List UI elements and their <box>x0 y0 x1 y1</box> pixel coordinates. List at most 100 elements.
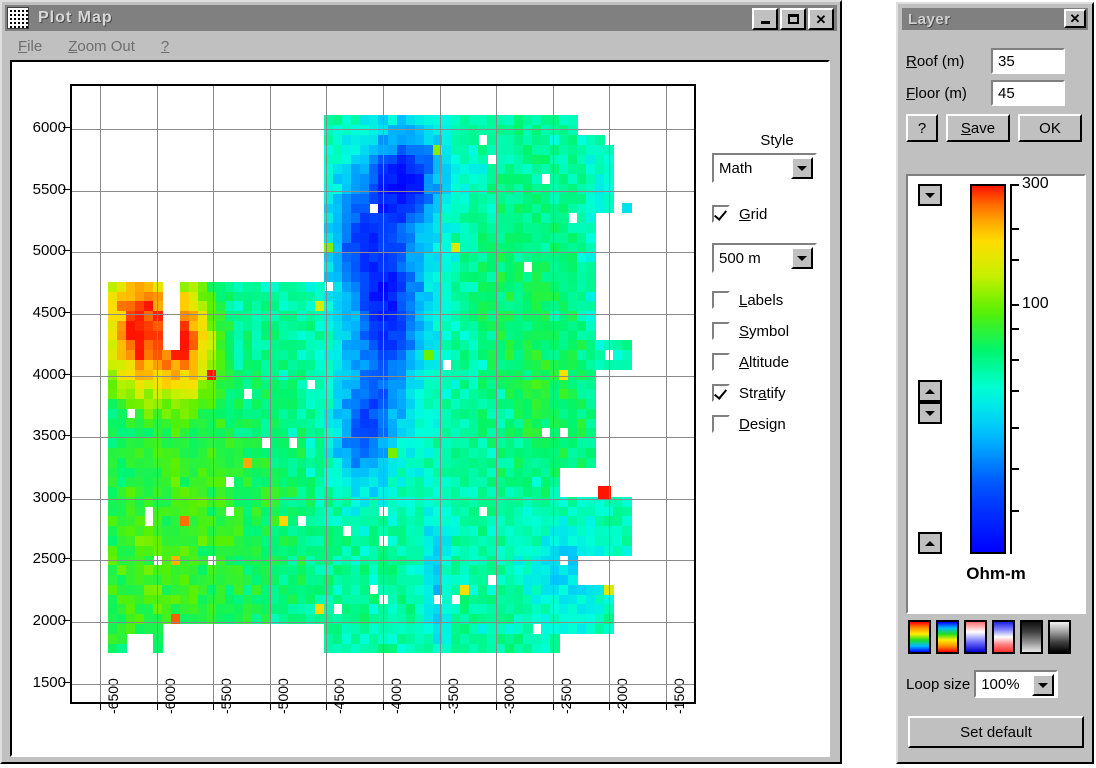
close-button[interactable]: ✕ <box>808 8 834 30</box>
y-tick-mark <box>63 188 70 190</box>
y-tick-mark <box>63 250 70 252</box>
colorbar-tick-label: 300 <box>1022 175 1049 192</box>
style-label: Style <box>760 132 794 149</box>
checkbox-row-altitude[interactable]: Altitude <box>712 353 842 371</box>
palette-swatch-blue-white-red[interactable] <box>964 620 987 654</box>
y-tick-label: 6000 <box>32 119 66 137</box>
checkbox-symbol[interactable] <box>712 322 730 340</box>
option-checkbox-list: Labels Symbol Altitude Stratify Design <box>712 291 842 433</box>
palette-swatch-red-white-blue[interactable] <box>992 620 1015 654</box>
chevron-down-icon[interactable] <box>791 157 813 179</box>
checkbox-altitude[interactable] <box>712 353 730 371</box>
colorbar-axis <box>1010 184 1012 554</box>
x-tick-mark <box>439 703 441 710</box>
spacing-dropdown[interactable]: 500 m <box>712 243 817 273</box>
x-tick-mark <box>213 703 215 710</box>
y-tick-label: 5500 <box>32 180 66 198</box>
loop-size-dropdown[interactable]: 100% <box>974 670 1059 698</box>
colorbar-tick <box>1010 228 1019 231</box>
menu-bar: FFileile Zoom Out ? <box>6 34 848 58</box>
colorbar-panel: 300 100 Ohm-m <box>906 174 1086 614</box>
colorbar-max-down-button[interactable] <box>918 184 942 206</box>
gridline-vertical <box>553 86 554 702</box>
chevron-down-icon[interactable] <box>791 247 813 269</box>
maximize-button[interactable] <box>780 8 806 30</box>
gridline-vertical <box>609 86 610 702</box>
checkbox-stratify[interactable] <box>712 384 730 402</box>
layer-button-row: ? Save OK <box>906 114 1092 142</box>
colorbar-mid-up-button[interactable] <box>918 380 942 402</box>
palette-swatches <box>908 620 1086 654</box>
application-root: Plot Map ✕ FFileile Zoom Out ? 6000 5500 5… <box>0 0 1096 768</box>
menu-item-zoom-out[interactable]: Zoom Out <box>68 38 135 55</box>
gridline-horizontal <box>72 376 694 377</box>
floor-field-row: Floor (m) 45 <box>906 80 1092 106</box>
x-tick-mark <box>383 703 384 710</box>
y-tick-mark <box>63 496 70 498</box>
checkbox-labels[interactable] <box>712 291 730 309</box>
palette-swatch-rainbow-blue-to-red[interactable] <box>908 620 931 654</box>
menu-item-file[interactable]: FFileile <box>18 38 42 55</box>
plot-frame: 6000 5500 5000 4500 4000 3500 3000 2500 2000 1500… <box>10 60 830 757</box>
gridline-horizontal <box>72 191 694 192</box>
checkbox-label-design: Design <box>739 415 786 433</box>
colorbar-tick <box>1010 259 1019 262</box>
colorbar-tick <box>1010 509 1019 512</box>
grid-checkbox[interactable] <box>712 205 730 223</box>
checkbox-row-design[interactable]: Design <box>712 415 842 433</box>
palette-swatch-rainbow-red-to-blue[interactable] <box>936 620 959 654</box>
help-button[interactable]: ? <box>906 114 938 142</box>
window-title: Plot Map <box>38 9 113 26</box>
x-tick-mark <box>552 703 554 710</box>
checkbox-row-stratify[interactable]: Stratify <box>712 384 842 402</box>
colorbar-min-up-button[interactable] <box>918 532 942 554</box>
spacing-value: 500 m <box>719 249 761 267</box>
x-tick-mark <box>665 703 667 710</box>
gridline-vertical <box>383 86 384 702</box>
checkbox-label-symbol: Symbol <box>739 322 790 340</box>
colorbar <box>970 184 1006 554</box>
chevron-down-icon[interactable] <box>1032 674 1055 696</box>
floor-input[interactable]: 45 <box>991 80 1065 106</box>
y-tick-mark <box>63 619 70 621</box>
gridline-horizontal <box>72 684 694 685</box>
y-tick-mark <box>63 373 70 375</box>
checkbox-row-symbol[interactable]: Symbol <box>712 322 842 340</box>
chart-axes-box <box>70 84 696 704</box>
y-tick-mark <box>63 127 70 129</box>
y-tick-label: 4500 <box>32 303 66 321</box>
ok-button[interactable]: OK <box>1018 114 1082 142</box>
gridline-horizontal <box>72 560 694 561</box>
layer-close-button[interactable]: ✕ <box>1064 9 1086 28</box>
y-tick-label: 1500 <box>32 673 66 691</box>
y-tick-mark <box>63 558 70 560</box>
roof-label: Roof (m) <box>906 52 965 70</box>
checkbox-label-stratify: Stratify <box>739 384 786 402</box>
palette-swatch-black-to-white[interactable] <box>1020 620 1043 654</box>
checkbox-design[interactable] <box>712 415 730 433</box>
colorbar-tick <box>1010 359 1019 362</box>
loop-size-row: Loop size 100% <box>906 670 1059 698</box>
y-tick-label: 5000 <box>32 242 66 260</box>
set-default-button[interactable]: Set default <box>908 716 1084 748</box>
gridline-vertical <box>496 86 497 702</box>
plot-area[interactable]: 6000 5500 5000 4500 4000 3500 3000 2500 2000 1500… <box>12 62 828 755</box>
style-dropdown[interactable]: Math <box>712 153 817 183</box>
gridline-vertical <box>213 86 214 702</box>
gridline-horizontal <box>72 314 694 315</box>
colorbar-tick <box>1010 303 1019 306</box>
plot-map-window: Plot Map ✕ FFileile Zoom Out ? 6000 5500 5… <box>0 0 842 764</box>
grid-checkbox-row[interactable]: Grid <box>712 205 842 223</box>
save-button[interactable]: Save <box>946 114 1010 142</box>
minimize-button[interactable] <box>752 8 778 30</box>
checkbox-row-labels[interactable]: Labels <box>712 291 842 309</box>
menu-item-help[interactable]: ? <box>161 38 169 55</box>
colorbar-mid-down-button[interactable] <box>918 402 942 424</box>
palette-swatch-white-to-black[interactable] <box>1048 620 1071 654</box>
colorbar-tick <box>1010 184 1019 186</box>
x-tick-mark <box>156 703 158 710</box>
window-buttons: ✕ <box>752 8 834 30</box>
roof-input[interactable]: 35 <box>991 48 1065 74</box>
layer-title-bar: Layer ✕ <box>902 8 1088 30</box>
y-tick-label: 4000 <box>32 365 66 383</box>
